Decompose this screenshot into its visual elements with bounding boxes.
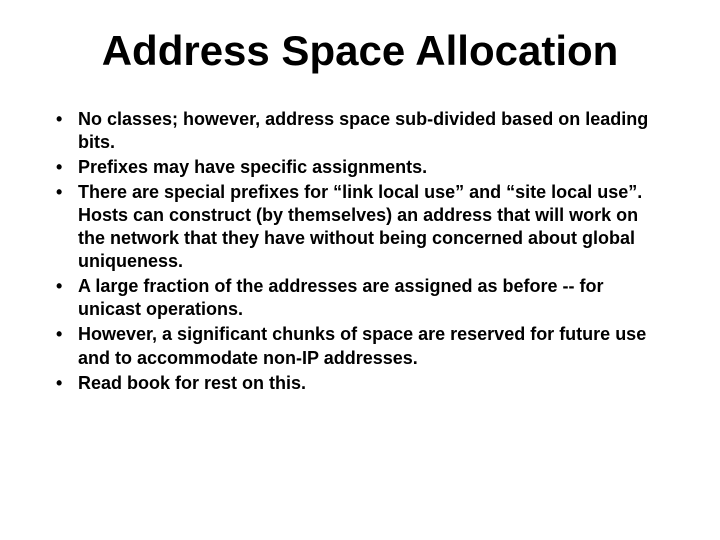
list-item: No classes; however, address space sub-d… — [48, 108, 668, 154]
bullet-list: No classes; however, address space sub-d… — [48, 108, 672, 394]
slide: Address Space Allocation No classes; how… — [0, 0, 720, 540]
list-item: However, a significant chunks of space a… — [48, 323, 668, 369]
slide-title: Address Space Allocation — [48, 28, 672, 74]
list-item: There are special prefixes for “link loc… — [48, 181, 668, 273]
list-item: A large fraction of the addresses are as… — [48, 275, 668, 321]
list-item: Prefixes may have specific assignments. — [48, 156, 668, 179]
list-item: Read book for rest on this. — [48, 372, 668, 395]
